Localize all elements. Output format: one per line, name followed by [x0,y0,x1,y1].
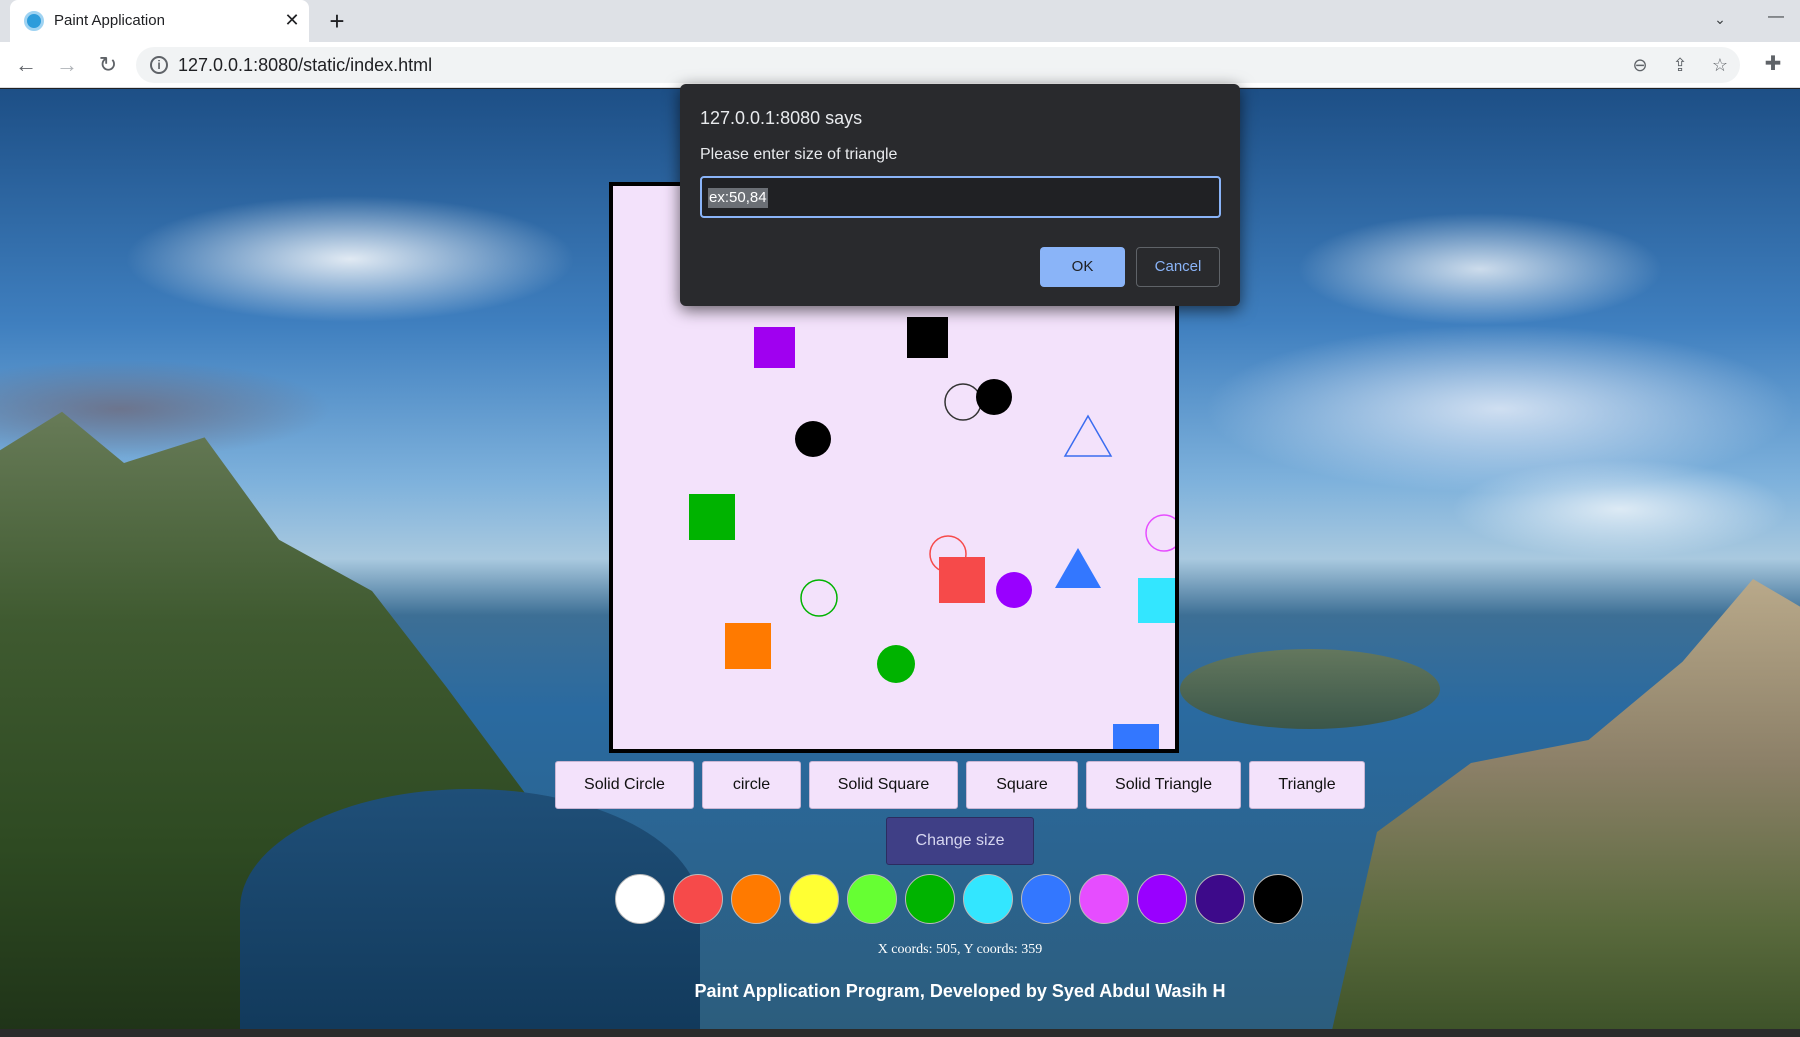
solid-circle-shape [976,379,1012,415]
cancel-button[interactable]: Cancel [1136,247,1220,287]
solid-square-shape [939,557,985,603]
reload-icon[interactable]: ↻ [92,49,124,81]
chevron-down-icon[interactable]: ⌄ [1708,7,1732,31]
browser-tab[interactable]: Paint Application ✕ [10,0,309,42]
background-islands [1180,649,1440,729]
dialog-title: 127.0.0.1:8080 says [700,108,863,128]
color-swatch[interactable] [673,874,723,924]
change-size-button[interactable]: Change size [886,817,1034,865]
color-swatch[interactable] [789,874,839,924]
prompt-dialog: 127.0.0.1:8080 says Please enter size of… [680,84,1240,306]
outline-circle-shape [944,383,982,421]
color-swatch[interactable] [731,874,781,924]
solid-circle-shape [996,572,1032,608]
solid-triangle-button[interactable]: Solid Triangle [1086,761,1241,809]
address-bar[interactable]: i 127.0.0.1:8080/static/index.html ⊖ ⇪ ☆ [136,47,1740,83]
star-icon[interactable]: ☆ [1708,53,1732,77]
color-swatch[interactable] [1079,874,1129,924]
color-swatch[interactable] [1021,874,1071,924]
minimize-icon[interactable]: — [1764,7,1788,31]
color-swatch[interactable] [1195,874,1245,924]
tab-title: Paint Application [54,12,165,29]
solid-square-shape [907,317,948,358]
color-swatch[interactable] [1137,874,1187,924]
circle-button[interactable]: circle [702,761,801,809]
background-mountain-right [1330,579,1800,1029]
url-text[interactable]: 127.0.0.1:8080/static/index.html [178,55,432,76]
outline-circle-shape [1145,514,1175,552]
square-button[interactable]: Square [966,761,1078,809]
zoom-out-icon[interactable]: ⊖ [1628,53,1652,77]
color-swatch[interactable] [1253,874,1303,924]
size-input[interactable] [700,176,1221,218]
solid-square-shape [1113,724,1159,749]
favicon-icon [24,11,44,31]
solid-circle-shape [795,421,831,457]
outline-circle-shape [800,579,838,617]
solid-circle-button[interactable]: Solid Circle [555,761,694,809]
triangle-button[interactable]: Triangle [1249,761,1365,809]
ok-button[interactable]: OK [1040,247,1125,287]
solid-square-shape [725,623,771,669]
tab-strip: Paint Application ✕ + ⌄ — [0,0,1800,42]
color-swatch[interactable] [615,874,665,924]
plus-icon[interactable]: + [320,5,354,39]
solid-square-button[interactable]: Solid Square [809,761,958,809]
close-icon[interactable]: ✕ [280,8,304,32]
color-swatch[interactable] [847,874,897,924]
browser-toolbar: ← → ↻ i 127.0.0.1:8080/static/index.html… [0,42,1800,88]
coordinates-readout: X coords: 505, Y coords: 359 [877,942,1043,957]
solid-square-shape [689,494,735,540]
window-bottom-bar [0,1029,1800,1037]
outline-triangle-shape [1063,414,1113,457]
solid-circle-shape [877,645,915,683]
color-swatch[interactable] [905,874,955,924]
solid-triangle-shape [1055,547,1101,589]
solid-square-shape [1138,578,1175,623]
puzzle-icon[interactable]: ✚ [1759,50,1787,78]
footer-credit: Paint Application Program, Developed by … [694,981,1226,1001]
color-swatch[interactable] [963,874,1013,924]
arrow-right-icon[interactable]: → [51,49,83,81]
share-icon[interactable]: ⇪ [1668,53,1692,77]
arrow-left-icon[interactable]: ← [10,49,42,81]
info-icon[interactable]: i [150,56,168,74]
solid-square-shape [754,327,795,368]
dialog-message: Please enter size of triangle [700,146,898,163]
size-input-selected-text: ex:50,84 [708,188,768,208]
